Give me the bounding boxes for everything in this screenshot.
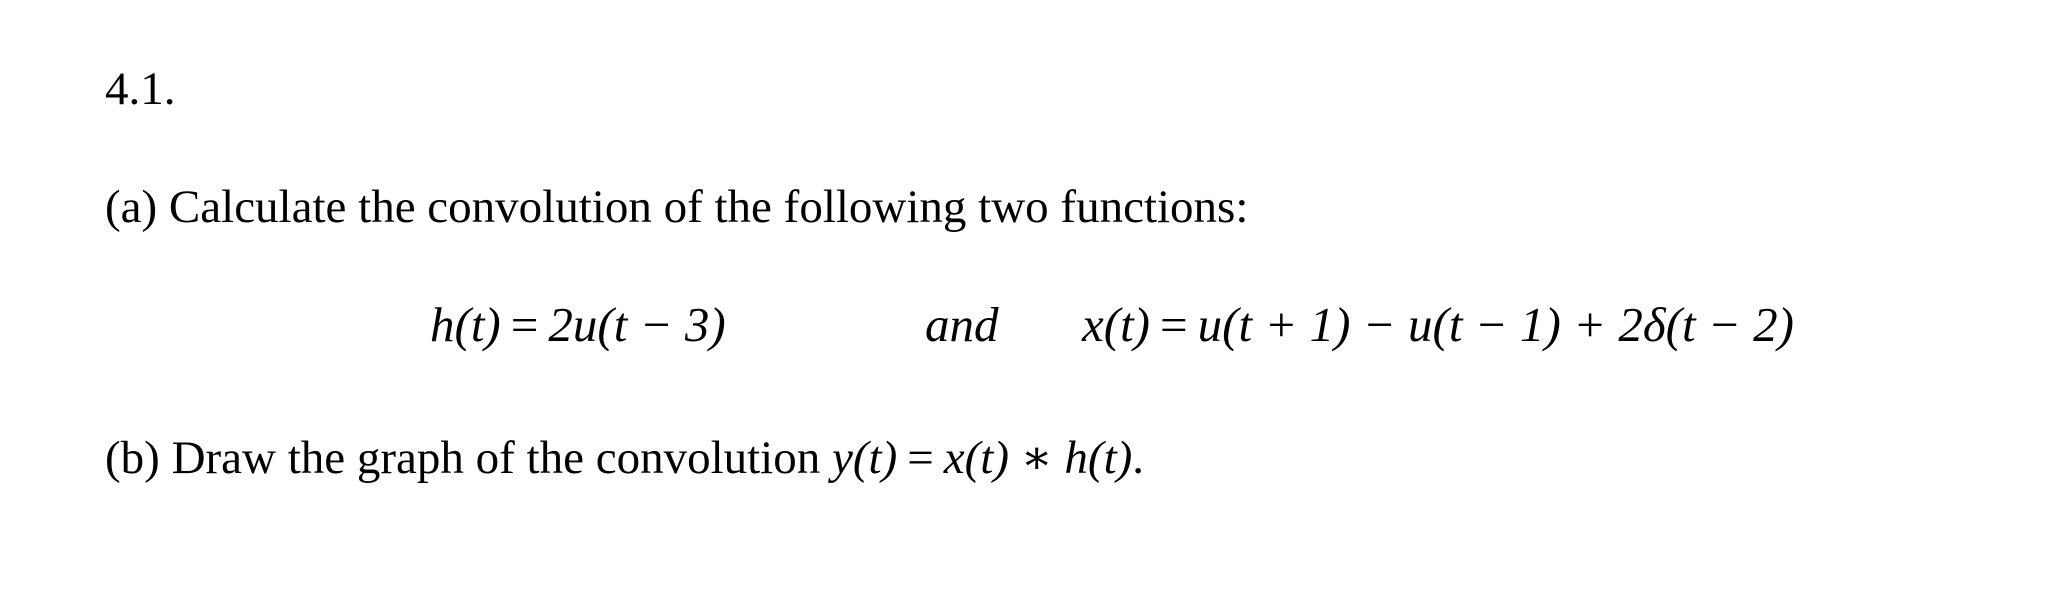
function-definitions: h(t) = 2u(t − 3) and x(t) = u(t + 1) − u(t −… xyxy=(0,296,2046,376)
part-b-label: (b) xyxy=(105,432,160,484)
y-equals: = xyxy=(907,432,934,484)
y-lhs: y(t) xyxy=(832,432,898,484)
x-lhs: x(t) xyxy=(1082,297,1150,352)
part-a-label: (a) xyxy=(105,181,158,233)
h-lhs: h(t) xyxy=(430,297,501,352)
h-equals: = xyxy=(510,297,539,352)
x-equation: x(t) = u(t + 1) − u(t − 1) + 2δ(t − 2) xyxy=(1082,296,1794,353)
part-b-statement: (b) Draw the graph of the convolution y(… xyxy=(105,430,1144,485)
x-equals: = xyxy=(1160,297,1188,352)
part-a-statement: (a) Calculate the convolution of the fol… xyxy=(105,180,1248,234)
part-b-text: Draw the graph of the convolution xyxy=(171,432,821,484)
problem-number: 4.1. xyxy=(105,63,176,115)
h-rhs: 2u(t − 3) xyxy=(548,297,726,352)
y-rhs: x(t) ∗ h(t) xyxy=(943,432,1133,484)
conjunction: and xyxy=(925,297,999,352)
h-equation: h(t) = 2u(t − 3) xyxy=(430,296,726,353)
part-a-text: Calculate the convolution of the followi… xyxy=(168,181,1249,233)
x-rhs: u(t + 1) − u(t − 1) + 2δ(t − 2) xyxy=(1197,297,1794,352)
sentence-end: . xyxy=(1132,432,1145,484)
